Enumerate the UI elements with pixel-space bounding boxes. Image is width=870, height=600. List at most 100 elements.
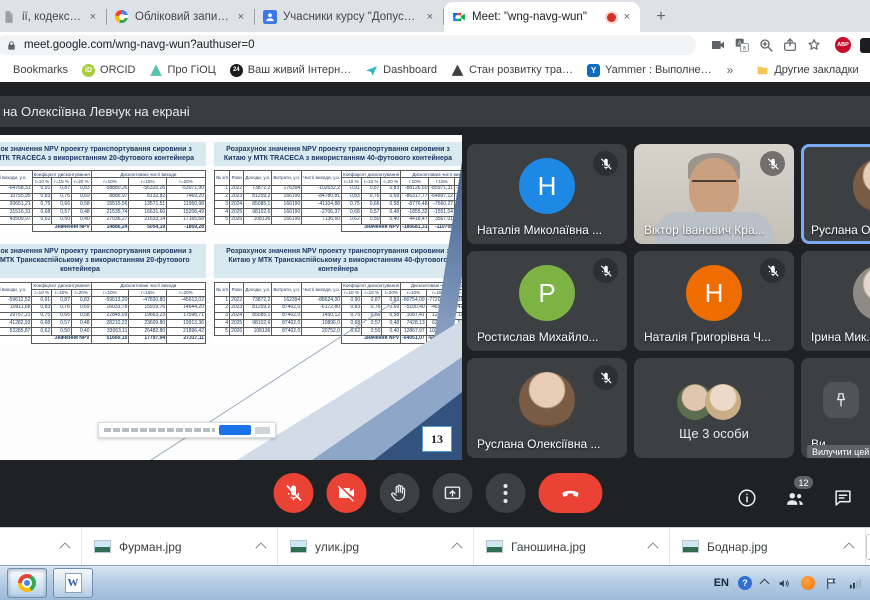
- camera-off-button[interactable]: [327, 473, 367, 513]
- end-call-button[interactable]: [539, 473, 603, 513]
- bookmark-label: Про ГіОЦ: [167, 64, 215, 76]
- participant-tile[interactable]: ВиВилучити цей: [801, 358, 870, 458]
- taskbar-word-button[interactable]: W: [53, 568, 93, 598]
- hidden-icons-chevron[interactable]: [760, 578, 770, 588]
- notification-secondary-button[interactable]: [255, 427, 270, 434]
- extension-icons: ABP 2: [835, 36, 870, 54]
- bookmark-item[interactable]: iDORCID: [75, 64, 142, 77]
- more-options-button[interactable]: [486, 473, 526, 513]
- lock-icon[interactable]: [6, 40, 17, 51]
- expand-chevron-icon[interactable]: [255, 542, 266, 553]
- bookmark-item[interactable]: 24Ваш живий Інтерн…: [223, 64, 358, 77]
- download-item[interactable]: Боднар.jpg: [670, 528, 866, 565]
- language-indicator[interactable]: EN: [714, 577, 729, 589]
- bookmark-label: Ваш живий Інтерн…: [248, 64, 351, 76]
- raise-hand-button[interactable]: [380, 473, 420, 513]
- mic-off-icon: [760, 151, 785, 176]
- share-icon[interactable]: [782, 37, 798, 53]
- bookmark-item[interactable]: Стан розвитку тра…: [444, 64, 580, 77]
- address-bar[interactable]: meet.google.com/wng-navg-wun?authuser=0: [0, 35, 696, 55]
- mic-off-icon: [760, 258, 785, 283]
- adblock-icon[interactable]: ABP: [835, 37, 851, 53]
- network-signal-icon[interactable]: [848, 576, 863, 591]
- expand-chevron-icon[interactable]: [451, 542, 462, 553]
- participant-tile[interactable]: Руслана Олексіївна ...: [467, 358, 627, 458]
- tab-close-icon[interactable]: ×: [425, 11, 435, 24]
- speaker-icon[interactable]: [777, 576, 792, 591]
- expand-chevron-icon[interactable]: [843, 542, 854, 553]
- bookmark-item[interactable]: Dashboard: [358, 64, 444, 77]
- tab-close-icon[interactable]: ×: [236, 11, 246, 24]
- tab-2[interactable]: Обліковий запис Google×: [107, 2, 254, 32]
- bookmarks-overflow-chevron[interactable]: »: [719, 63, 742, 77]
- participant-count-badge: 12: [794, 476, 813, 489]
- participant-tile[interactable]: Ірина Мик...: [801, 251, 870, 351]
- yammer-icon: Y: [587, 64, 600, 77]
- extension-badged-icon[interactable]: 2: [860, 38, 870, 53]
- participant-tile[interactable]: Руслана О...: [801, 144, 870, 244]
- participant-tile[interactable]: РРостислав Михайло...: [467, 251, 627, 351]
- table-title: Розрахунок значення NPV проекту транспор…: [0, 142, 206, 166]
- zoom-in-icon[interactable]: [758, 37, 774, 53]
- downloads-bar-items: Фурман.jpg улик.jpg Ганошина.jpg Боднар.jpg: [82, 528, 866, 565]
- expand-chevron-icon[interactable]: [59, 542, 70, 553]
- presenting-banner: на Олексіївна Левчук на екрані: [0, 96, 870, 127]
- mic-off-icon: [593, 258, 618, 283]
- word-icon: W: [65, 573, 82, 593]
- download-filename: улик.jpg: [315, 540, 359, 554]
- participant-tile[interactable]: Ще 3 особи: [634, 358, 794, 458]
- participant-name: Наталія Миколаївна ...: [477, 223, 602, 237]
- npv-table: № з/пРокиДоходи, у.о.Витрати, у.о.Чисті …: [214, 170, 462, 232]
- info-button[interactable]: [736, 487, 758, 509]
- chat-button[interactable]: [832, 487, 854, 509]
- table-title: Розрахунок значення NPV проекту транспор…: [214, 142, 462, 166]
- tab-close-icon[interactable]: ×: [88, 11, 98, 24]
- download-filename: Ганошина.jpg: [511, 540, 586, 554]
- tab-title: Учасники курсу "Допуск до зах: [283, 11, 419, 23]
- bookmark-item[interactable]: Bookmarks: [6, 64, 75, 76]
- bookmark-item[interactable]: YYammer : Выполне…: [580, 64, 719, 77]
- participant-tile[interactable]: ННаталія Григорівна Ч...: [634, 251, 794, 351]
- action-center-flag-icon[interactable]: [824, 576, 839, 591]
- show-all-downloads-button[interactable]: [866, 534, 870, 560]
- present-button[interactable]: [433, 473, 473, 513]
- bookmark-star-icon[interactable]: [806, 37, 822, 53]
- download-item[interactable]: улик.jpg: [278, 528, 474, 565]
- tab-close-icon[interactable]: ×: [622, 11, 632, 24]
- download-item[interactable]: Ганошина.jpg: [474, 528, 670, 565]
- expand-chevron-icon[interactable]: [647, 542, 658, 553]
- new-tab-button[interactable]: +: [648, 4, 674, 30]
- image-file-icon: [290, 540, 307, 553]
- tab-4[interactable]: Meet: "wng-navg-wun"×: [444, 2, 640, 32]
- address-url: meet.google.com/wng-navg-wun?authuser=0: [24, 39, 254, 51]
- table-title: Розрахунок значення NPV проекту транспор…: [214, 244, 462, 277]
- bookmark-item[interactable]: Про ГіОЦ: [142, 64, 222, 77]
- taskbar-chrome-button[interactable]: [7, 568, 47, 598]
- translate-icon[interactable]: Aa: [734, 37, 750, 53]
- mic-off-button[interactable]: [274, 473, 314, 513]
- avast-icon[interactable]: [801, 576, 815, 590]
- tab-3[interactable]: Учасники курсу "Допуск до зах ×: [255, 2, 443, 32]
- help-icon[interactable]: ?: [738, 576, 752, 590]
- download-item[interactable]: Фурман.jpg: [82, 528, 278, 565]
- meeting-panels-controls: 12: [736, 487, 854, 509]
- mic-off-icon: [593, 151, 618, 176]
- call-controls: [274, 473, 603, 513]
- participant-tile[interactable]: Віктор Іванович Кра...: [634, 144, 794, 244]
- notification-primary-button[interactable]: [219, 425, 251, 435]
- tab-1[interactable]: ії, кодекс на тра×: [0, 2, 106, 32]
- participant-name: Руслана Олексіївна ...: [477, 437, 600, 451]
- npv-table: Чисті виходи, у.о.Коефіцієнт дисконтуван…: [0, 170, 206, 232]
- people-button[interactable]: 12: [784, 487, 806, 509]
- notification-bar[interactable]: [98, 422, 276, 438]
- download-item-partial[interactable]: [0, 528, 82, 565]
- bookmark-label: Bookmarks: [13, 64, 68, 76]
- npv-table-traceca-40ft: Розрахунок значення NPV проекту транспор…: [214, 142, 462, 232]
- other-bookmarks-button[interactable]: Другие закладки: [749, 64, 865, 77]
- meet-icon: [452, 10, 466, 24]
- participant-name: Ірина Мик...: [811, 330, 870, 344]
- pin-button[interactable]: [823, 382, 859, 418]
- participant-tile[interactable]: ННаталія Миколаївна ...: [467, 144, 627, 244]
- npv-table-traceca-20ft: Розрахунок значення NPV проекту транспор…: [0, 142, 206, 232]
- camera-in-use-icon[interactable]: [710, 37, 726, 53]
